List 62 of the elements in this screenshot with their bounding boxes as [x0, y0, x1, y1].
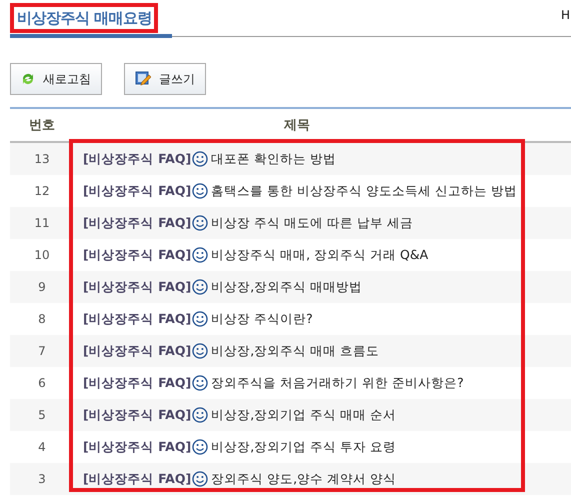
row-number: 13 [33, 152, 51, 166]
category-label: [비상장주식 FAQ] [83, 214, 192, 232]
table-row[interactable]: 7 [비상장주식 FAQ] 비상장,장외주식 매매 흐름도 [10, 335, 571, 367]
row-number: 6 [37, 376, 47, 390]
smiley-icon [192, 311, 208, 327]
category-label: [비상장주식 FAQ] [83, 150, 192, 168]
write-button[interactable]: 글쓰기 [124, 63, 206, 95]
column-header: 번호 [28, 117, 56, 134]
post-title-link[interactable]: 대포폰 확인하는 방법 [211, 150, 336, 168]
refresh-icon [21, 72, 35, 86]
post-title-link[interactable]: 비상장 주식이란? [211, 310, 313, 328]
post-title-link[interactable]: 비상장,장외기업 주식 투자 요령 [211, 438, 396, 456]
smiley-icon [192, 439, 208, 455]
smiley-icon [192, 215, 208, 231]
row-number: 10 [33, 248, 51, 262]
table-row[interactable]: 8 [비상장주식 FAQ] 비상장 주식이란? [10, 303, 571, 335]
row-number: 12 [33, 184, 51, 198]
row-number: 11 [33, 216, 51, 230]
category-label: [비상장주식 FAQ] [83, 406, 192, 424]
smiley-icon [192, 247, 208, 263]
cut-text: H [560, 8, 570, 22]
row-number: 3 [37, 472, 47, 486]
category-label: [비상장주식 FAQ] [83, 374, 192, 392]
smiley-icon [192, 407, 208, 423]
category-label: [비상장주식 FAQ] [83, 342, 192, 360]
smiley-icon [192, 343, 208, 359]
smiley-icon [192, 279, 208, 295]
row-number: 5 [37, 408, 47, 422]
table-row[interactable]: 10 [비상장주식 FAQ] 비상장주식 매매, 장외주식 거래 Q&A [10, 239, 571, 271]
post-title-link[interactable]: 장외주식을 처음거래하기 위한 준비사항은? [211, 374, 464, 392]
post-title-link[interactable]: 홈택스를 통한 비상장주식 양도소득세 신고하는 방법 [211, 182, 518, 200]
row-number: 8 [37, 312, 47, 326]
table-row[interactable]: 13 [비상장주식 FAQ] 대포폰 확인하는 방법 [10, 143, 571, 175]
category-label: [비상장주식 FAQ] [83, 182, 192, 200]
category-label: [비상장주식 FAQ] [83, 278, 192, 296]
post-title-link[interactable]: 비상장주식 매매, 장외주식 거래 Q&A [211, 246, 428, 264]
post-title-link[interactable]: 비상장,장외주식 매매방법 [211, 278, 362, 296]
table-row[interactable]: 6 [비상장주식 FAQ] 장외주식을 처음거래하기 위한 준비사항은? [10, 367, 571, 399]
smiley-icon [192, 183, 208, 199]
table-row[interactable]: 11 [비상장주식 FAQ] 비상장 주식 매도에 따른 납부 세금 [10, 207, 571, 239]
page-title: 비상장주식 매매요령 [17, 8, 152, 28]
table-row[interactable]: 5 [비상장주식 FAQ] 비상장,장외기업 주식 매매 순서 [10, 399, 571, 431]
row-number: 7 [37, 344, 47, 358]
category-label: [비상장주식 FAQ] [83, 246, 192, 264]
smiley-icon [192, 151, 208, 167]
table-row[interactable]: 12 [비상장주식 FAQ] 홈택스를 통한 비상장주식 양도소득세 신고하는 방법 [10, 175, 571, 207]
post-title-link[interactable]: 비상장 주식 매도에 따른 납부 세금 [211, 214, 414, 232]
smiley-icon [192, 375, 208, 391]
pencil-icon [135, 71, 151, 87]
row-number: 9 [37, 280, 47, 294]
refresh-button[interactable]: 새로고침 [10, 63, 102, 95]
category-label: [비상장주식 FAQ] [83, 438, 192, 456]
post-title-link[interactable]: 비상장,장외기업 주식 매매 순서 [211, 406, 396, 424]
category-label: [비상장주식 FAQ] [83, 470, 192, 488]
smiley-icon [192, 471, 208, 487]
table-row[interactable]: 4 [비상장주식 FAQ] 비상장,장외기업 주식 투자 요령 [10, 431, 571, 463]
post-title-link[interactable]: 장외주식 양도,양수 계약서 양식 [211, 470, 396, 488]
category-label: [비상장주식 FAQ] [83, 310, 192, 328]
row-number: 4 [37, 440, 47, 454]
post-title-link[interactable]: 비상장,장외주식 매매 흐름도 [211, 342, 380, 360]
column-header: 제목 [283, 117, 311, 134]
table-row[interactable]: 9 [비상장주식 FAQ] 비상장,장외주식 매매방법 [10, 271, 571, 303]
